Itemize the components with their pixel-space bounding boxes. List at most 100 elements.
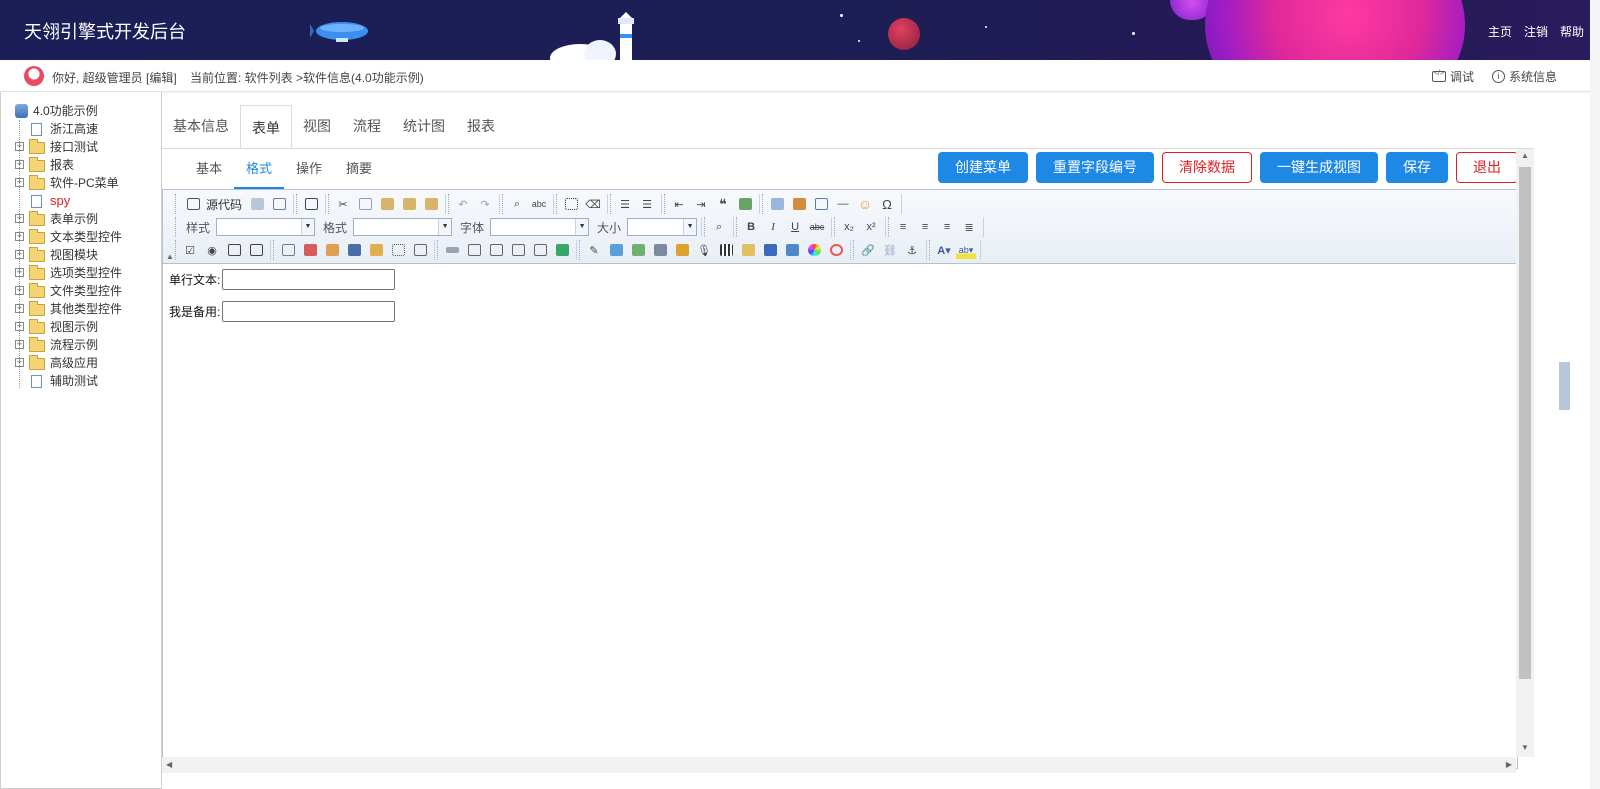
debug-button[interactable]: 调试 xyxy=(1431,68,1474,85)
italic-icon[interactable]: I xyxy=(763,218,783,236)
horizontal-rule-icon[interactable]: ― xyxy=(833,195,853,213)
bg-color-icon[interactable]: ab▾ xyxy=(956,241,976,259)
layers-control-icon[interactable] xyxy=(606,241,626,259)
copy-icon[interactable] xyxy=(355,195,375,213)
collapse-toolbar-icon[interactable]: ▲ xyxy=(166,252,174,261)
qrcode-control-icon[interactable] xyxy=(716,241,736,259)
tab-control-icon[interactable] xyxy=(464,241,484,259)
radio-control-icon[interactable]: ◉ xyxy=(202,241,222,259)
tab-item[interactable]: 流程 xyxy=(342,104,392,148)
scroll-thumb[interactable] xyxy=(1519,167,1531,679)
editor-document[interactable]: 单行文本: 我是备用: xyxy=(163,264,1517,768)
map-control-icon[interactable] xyxy=(530,241,550,259)
eraser-icon[interactable]: ⌫ xyxy=(583,195,603,213)
style-select[interactable]: ▼ xyxy=(216,218,316,236)
generate-view-button[interactable]: 一键生成视图 xyxy=(1260,152,1378,183)
word-control-icon[interactable] xyxy=(760,241,780,259)
size-select[interactable]: ▼ xyxy=(627,218,698,236)
tab-item[interactable]: 统计图 xyxy=(392,104,456,148)
side-collapse-handle[interactable] xyxy=(1559,362,1570,410)
page-scrollbar[interactable] xyxy=(1590,0,1600,789)
camera-control-icon[interactable] xyxy=(650,241,670,259)
attachment-control-icon[interactable]: ✎ xyxy=(584,241,604,259)
anchor-icon[interactable]: ⚓ xyxy=(902,241,922,259)
text-color-icon[interactable]: A▾ xyxy=(934,241,954,259)
backup-text-input[interactable] xyxy=(222,301,396,322)
indent-icon[interactable]: ⇥ xyxy=(691,195,711,213)
button-control-icon[interactable] xyxy=(442,241,462,259)
find-icon[interactable]: ⌕ xyxy=(507,195,527,213)
align-center-icon[interactable]: ≡ xyxy=(915,218,935,236)
subtab-item[interactable]: 摘要 xyxy=(334,149,384,189)
nav-logout[interactable]: 注销 xyxy=(1524,23,1548,40)
paste-word-icon[interactable] xyxy=(421,195,441,213)
greeting[interactable]: 你好, 超级管理员 [编辑] xyxy=(52,71,177,85)
bulleted-list-icon[interactable]: ☰ xyxy=(637,195,657,213)
selector-control-icon[interactable] xyxy=(388,241,408,259)
cut-icon[interactable]: ✂ xyxy=(333,195,353,213)
department-control-icon[interactable] xyxy=(344,241,364,259)
blockquote-icon[interactable]: ❝ xyxy=(713,195,733,213)
textfield-control-icon[interactable] xyxy=(224,241,244,259)
image-icon[interactable] xyxy=(767,195,787,213)
horizontal-scrollbar[interactable]: ◀ ▶ xyxy=(162,757,1516,773)
nav-home[interactable]: 主页 xyxy=(1488,23,1512,40)
link-icon[interactable]: 🔗 xyxy=(858,241,878,259)
tab-item[interactable]: 基本信息 xyxy=(162,104,240,148)
undo-icon[interactable]: ↶ xyxy=(453,195,473,213)
subtab-item[interactable]: 格式 xyxy=(234,149,285,189)
font-select[interactable]: ▼ xyxy=(490,218,590,236)
align-left-icon[interactable]: ≡ xyxy=(893,218,913,236)
textarea-control-icon[interactable] xyxy=(246,241,266,259)
reset-field-number-button[interactable]: 重置字段编号 xyxy=(1036,152,1154,183)
color-control-icon[interactable] xyxy=(804,241,824,259)
html-control-icon[interactable] xyxy=(508,241,528,259)
source-code-button[interactable]: 源代码 xyxy=(180,195,245,213)
format-select[interactable]: ▼ xyxy=(353,218,453,236)
tab-item[interactable]: 报表 xyxy=(456,104,506,148)
user-control-icon[interactable] xyxy=(366,241,386,259)
spellcheck-icon[interactable]: abc xyxy=(529,195,549,213)
align-justify-icon[interactable]: ≣ xyxy=(959,218,979,236)
subtab-item[interactable]: 操作 xyxy=(284,149,334,189)
online-edit-control-icon[interactable] xyxy=(782,241,802,259)
div-container-icon[interactable] xyxy=(735,195,755,213)
special-char-icon[interactable]: Ω xyxy=(877,195,897,213)
redo-icon[interactable]: ↷ xyxy=(475,195,495,213)
unlink-icon[interactable]: ⛓ xyxy=(880,241,900,259)
template-icon[interactable] xyxy=(301,195,321,213)
clear-data-button[interactable]: 清除数据 xyxy=(1162,152,1252,183)
list-select-control-icon[interactable] xyxy=(552,241,572,259)
weixin-control-icon[interactable] xyxy=(826,241,846,259)
subtab-item[interactable]: 基本 xyxy=(184,149,234,189)
subscript-icon[interactable]: x₂ xyxy=(839,218,859,236)
exit-button[interactable]: 退出 xyxy=(1456,152,1518,183)
location-control-icon[interactable] xyxy=(672,241,692,259)
microphone-control-icon[interactable]: 🎙 xyxy=(694,241,714,259)
paste-icon[interactable] xyxy=(377,195,397,213)
signature-control-icon[interactable] xyxy=(738,241,758,259)
save-doc-icon[interactable] xyxy=(247,195,267,213)
numbered-list-icon[interactable]: ☰ xyxy=(615,195,635,213)
tab-item[interactable]: 表单 xyxy=(240,105,292,150)
align-right-icon[interactable]: ≡ xyxy=(937,218,957,236)
table-icon[interactable] xyxy=(811,195,831,213)
strikethrough-icon[interactable]: abc xyxy=(807,218,827,236)
flash-icon[interactable] xyxy=(789,195,809,213)
select-all-icon[interactable] xyxy=(561,195,581,213)
tab-item[interactable]: 视图 xyxy=(292,104,342,148)
date-control-icon[interactable] xyxy=(300,241,320,259)
include-control-icon[interactable] xyxy=(410,241,430,259)
tree-control-icon[interactable] xyxy=(322,241,342,259)
scroll-down-icon[interactable]: ▼ xyxy=(1521,743,1529,752)
scroll-right-icon[interactable]: ▶ xyxy=(1506,760,1512,769)
scroll-left-icon[interactable]: ◀ xyxy=(166,760,172,769)
save-button[interactable]: 保存 xyxy=(1386,152,1448,183)
scroll-up-icon[interactable]: ▲ xyxy=(1521,151,1529,160)
preview-icon[interactable] xyxy=(269,195,289,213)
system-info-button[interactable]: i 系统信息 xyxy=(1491,68,1557,85)
paste-text-icon[interactable] xyxy=(399,195,419,213)
nav-help[interactable]: 帮助 xyxy=(1560,23,1584,40)
outdent-icon[interactable]: ⇤ xyxy=(669,195,689,213)
checkbox-control-icon[interactable]: ☑ xyxy=(180,241,200,259)
